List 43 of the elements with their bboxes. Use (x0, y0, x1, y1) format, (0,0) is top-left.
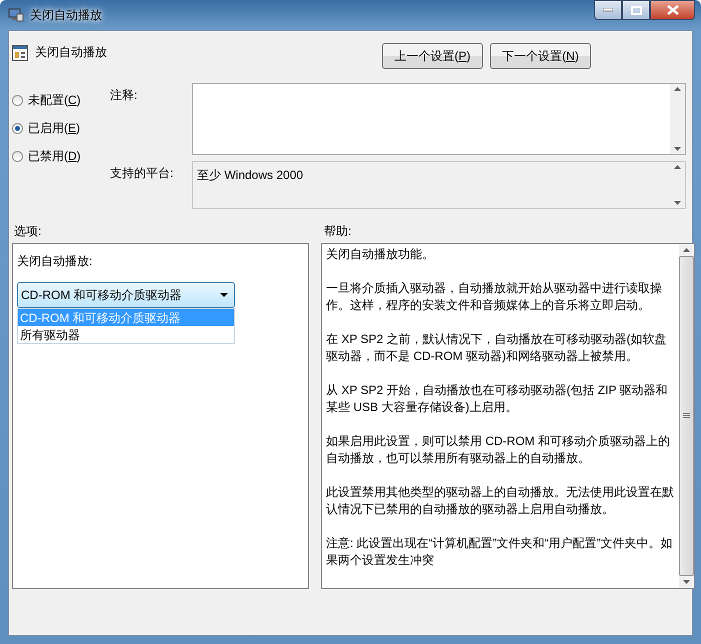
nav-button[interactable]: 下一个设置(N) (490, 43, 591, 69)
comment-label: 注释: (110, 87, 138, 104)
help-paragraph: 从 XP SP2 开始，自动播放也在可移动驱动器(包括 ZIP 驱动器和某些 USB 大容量存储设备)上启用。 (326, 382, 669, 416)
policy-title: 关闭自动播放 (35, 44, 107, 61)
help-paragraph: 此设置禁用其他类型的驱动器上的自动播放。无法使用此设置在默认情况下已禁用的自动播放的驱动器上启用自动播放。 (326, 484, 675, 518)
maximize-button[interactable] (622, 0, 650, 20)
close-button[interactable] (650, 0, 695, 20)
radio-button[interactable] (12, 151, 23, 162)
scroll-up-icon[interactable] (674, 87, 681, 91)
radio-label[interactable]: 未配置(C) (28, 92, 81, 109)
scroll-down-icon[interactable] (683, 580, 690, 584)
scroll-down-icon[interactable] (674, 147, 681, 151)
help-heading: 帮助: (324, 223, 352, 240)
scrollbar[interactable] (670, 84, 685, 154)
scroll-up-icon[interactable] (674, 165, 681, 169)
radio-button[interactable] (12, 95, 23, 106)
grip-icon (683, 413, 690, 419)
options-heading: 选项: (14, 223, 42, 240)
platform-field: 至少 Windows 2000 (192, 161, 686, 209)
comment-field[interactable] (192, 83, 686, 155)
help-paragraph: 关闭自动播放功能。 (326, 246, 435, 263)
radio-label[interactable]: 已禁用(D) (28, 148, 81, 165)
help-paragraph: 在 XP SP2 之前，默认情况下，自动播放在可移动驱动器(如软盘驱动器，而不是 CD-ROM 驱动器)和网络驱动器上被禁用。 (326, 331, 668, 365)
minimize-icon (603, 8, 613, 12)
help-paragraph: 注意: 此设置出现在“计算机配置”文件夹和“用户配置”文件夹中。如果两个设置发生冲突 (326, 535, 674, 569)
caret-icon (220, 293, 228, 297)
scroll-down-icon[interactable] (674, 201, 681, 205)
help-paragraph: 一旦将介质插入驱动器，自动播放就开始从驱动器中进行读取操作。这样，程序的安装文件和音频媒体上的音乐将立即启动。 (326, 280, 663, 314)
maximize-icon (630, 6, 642, 14)
dropdown[interactable]: CD-ROM 和可移动介质驱动器 (17, 282, 235, 308)
dropdown-item[interactable]: 所有驱动器 (18, 326, 234, 343)
policy-icon (8, 8, 24, 22)
radio-button[interactable] (12, 123, 23, 134)
close-icon (666, 5, 678, 15)
platform-label: 支持的平台: (110, 165, 174, 182)
window-title: 关闭自动播放 (30, 6, 102, 24)
scroll-up-icon[interactable] (683, 248, 690, 252)
policy-setting-icon (12, 44, 28, 60)
help-paragraph: 如果启用此设置，则可以禁用 CD-ROM 和可移动介质驱动器上的自动播放，也可以禁用所有驱动器上的自动播放。 (326, 433, 671, 467)
radio-label[interactable]: 已启用(E) (28, 120, 80, 137)
dropdown-label: 关闭自动播放: (17, 253, 94, 270)
nav-button[interactable]: 上一个设置(P) (382, 43, 483, 69)
minimize-button[interactable] (594, 0, 622, 20)
